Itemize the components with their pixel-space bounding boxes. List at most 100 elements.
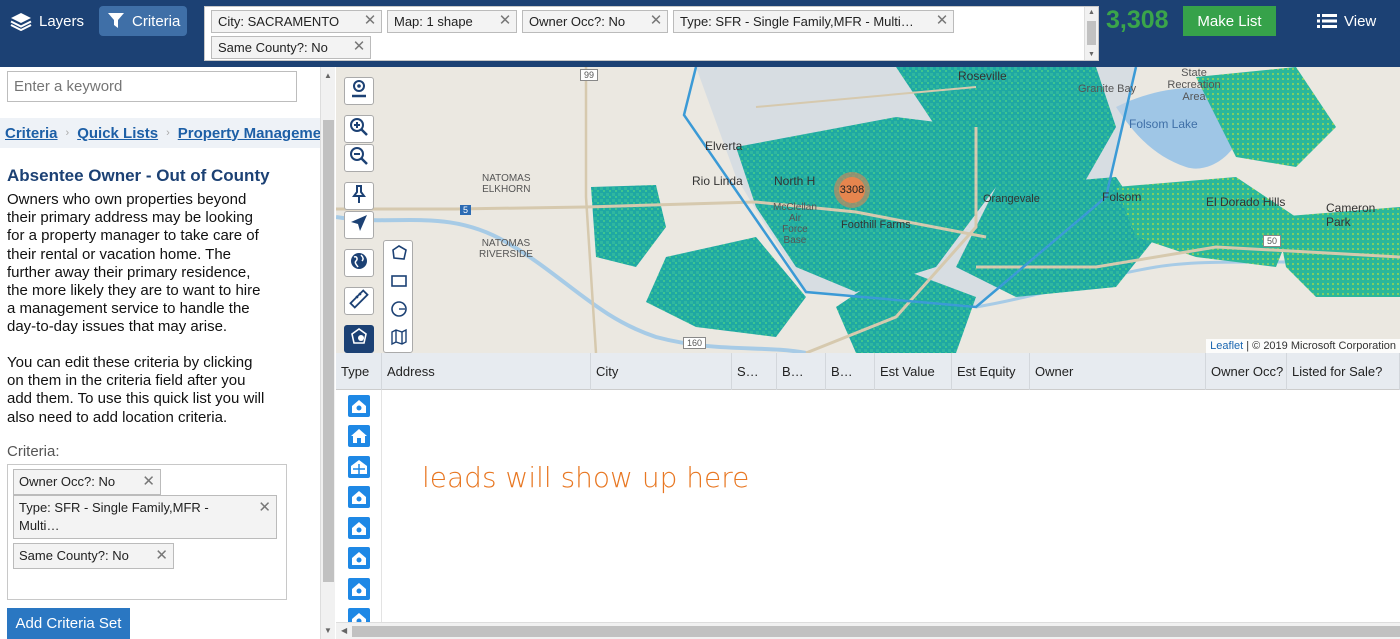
scroll-up-icon[interactable]: ▲ [324,71,332,80]
place-label: Roseville [958,69,1007,83]
top-toolbar: Layers Criteria City: SACRAMENTO ✕ Map: … [0,0,1400,67]
column-header-state[interactable]: S… [732,353,777,390]
breadcrumb-quick-lists[interactable]: Quick Lists [77,125,158,142]
measure-button[interactable] [344,287,374,315]
close-icon[interactable]: ✕ [649,13,663,29]
highway-shield: 160 [683,337,707,349]
scroll-thumb[interactable] [323,120,334,582]
highway-shield: 50 [1263,235,1282,247]
breadcrumb-criteria[interactable]: Criteria [5,125,58,142]
column-header-type[interactable]: Type [336,353,382,390]
place-label: Folsom Lake [1129,117,1198,131]
close-icon[interactable]: ✕ [935,13,949,29]
home-alt-icon[interactable] [348,395,370,417]
place-label: El Dorado Hills [1206,195,1286,209]
make-list-button[interactable]: Make List [1183,6,1276,36]
criteria-chip[interactable]: Owner Occ?: No ✕ [13,469,161,495]
draw-circle-button[interactable] [388,300,410,322]
chevron-right-icon: › [166,127,170,139]
list-icon [1317,13,1337,29]
type-column [336,390,382,622]
home-alt-icon[interactable] [348,547,370,569]
home-alt-icon[interactable] [348,486,370,508]
map-boundaries-button[interactable] [388,328,410,350]
layers-button[interactable]: Layers [2,6,92,36]
column-header-est-equity[interactable]: Est Equity [952,353,1030,390]
close-icon[interactable]: ✕ [258,499,271,517]
map-attribution: Leaflet | © 2019 Microsoft Corporation [1206,339,1400,353]
scroll-thumb[interactable] [1087,21,1096,45]
criteria-chip[interactable]: City: SACRAMENTO ✕ [211,10,382,33]
home-icon[interactable] [348,425,370,447]
criteria-button[interactable]: Criteria [99,6,187,36]
navigate-button[interactable] [344,211,374,239]
column-header-est-value[interactable]: Est Value [875,353,952,390]
layers-label: Layers [39,12,85,30]
add-criteria-set-button[interactable]: Add Criteria Set [7,608,130,639]
criteria-field[interactable]: City: SACRAMENTO ✕ Map: 1 shape ✕ Owner … [204,6,1099,61]
criteria-scrollbar[interactable]: ▲ ▼ [1084,7,1098,60]
criteria-chip[interactable]: Type: SFR - Single Family,MFR - Multi… ✕ [673,10,954,33]
scroll-down-icon[interactable]: ▼ [1088,51,1095,58]
map-style-button[interactable] [344,249,374,277]
criteria-label: Criteria: [7,443,60,460]
column-header-city[interactable]: City [591,353,732,390]
criteria-chip[interactable]: Owner Occ?: No ✕ [522,10,668,33]
highway-shield: 99 [580,69,599,81]
view-label: View [1344,12,1377,30]
map-fold-icon [390,328,408,351]
criteria-chip[interactable]: Same County?: No ✕ [13,543,174,569]
scroll-up-icon[interactable]: ▲ [1088,9,1095,16]
close-icon[interactable]: ✕ [352,39,366,55]
home-alt-icon[interactable] [348,578,370,600]
zoom-out-icon [349,146,369,171]
column-header-owner[interactable]: Owner [1030,353,1206,390]
filter-icon [107,12,125,30]
globe-icon [349,251,369,276]
column-header-baths[interactable]: B… [826,353,875,390]
chip-label: Owner Occ?: No [19,474,116,489]
leaflet-link[interactable]: Leaflet [1210,340,1243,352]
sidebar-scrollbar[interactable]: ▲ ▼ [320,67,335,639]
view-button[interactable]: View [1309,6,1384,36]
place-label: Cameron Park [1326,201,1376,229]
keyword-input[interactable] [7,71,297,102]
draw-shape-icon [349,327,369,352]
scroll-thumb[interactable] [352,626,1400,637]
column-header-owner-occ[interactable]: Owner Occ? [1206,353,1287,390]
zoom-in-button[interactable] [344,115,374,143]
zoom-out-button[interactable] [344,144,374,172]
user-pin-icon [349,79,369,104]
scroll-left-icon[interactable]: ◀ [341,626,347,635]
home-alt-icon[interactable] [348,608,370,622]
close-icon[interactable]: ✕ [363,13,377,29]
column-header-address[interactable]: Address [382,353,591,390]
multi-family-icon[interactable] [348,456,370,478]
close-icon[interactable]: ✕ [498,13,512,29]
locate-button[interactable] [344,77,374,105]
close-icon[interactable]: ✕ [142,473,155,491]
chip-label: Owner Occ?: No [529,14,626,29]
column-header-beds[interactable]: B… [777,353,826,390]
draw-rectangle-button[interactable] [388,272,410,294]
table-horizontal-scrollbar[interactable]: ◀ [336,622,1400,639]
table-header: Type Address City S… B… B… Est Value Est… [336,353,1400,390]
sidebar: Criteria › Quick Lists › Property Manage… [0,67,320,639]
column-header-listed-for-sale[interactable]: Listed for Sale? [1287,353,1400,390]
empty-table-placeholder: leads will show up here [422,461,750,494]
pin-button[interactable] [344,182,374,210]
home-alt-icon[interactable] [348,517,370,539]
map[interactable]: Roseville State Recreation Area Granite … [336,67,1400,353]
place-label: Orangevale [983,193,1040,205]
draw-tools-button[interactable] [344,325,374,353]
circle-icon [390,300,408,323]
criteria-chip[interactable]: Map: 1 shape ✕ [387,10,517,33]
criteria-chip[interactable]: Type: SFR - Single Family,MFR - Multi… ✕ [13,495,277,539]
quick-list-instructions: You can edit these criteria by clicking … [7,354,265,426]
draw-polygon-button[interactable] [388,244,410,266]
criteria-chip[interactable]: Same County?: No ✕ [211,36,371,59]
scroll-down-icon[interactable]: ▼ [324,626,332,635]
breadcrumb-property-management[interactable]: Property Manageme [178,125,320,142]
close-icon[interactable]: ✕ [155,547,168,565]
map-cluster-marker[interactable]: 3308 [834,172,870,208]
